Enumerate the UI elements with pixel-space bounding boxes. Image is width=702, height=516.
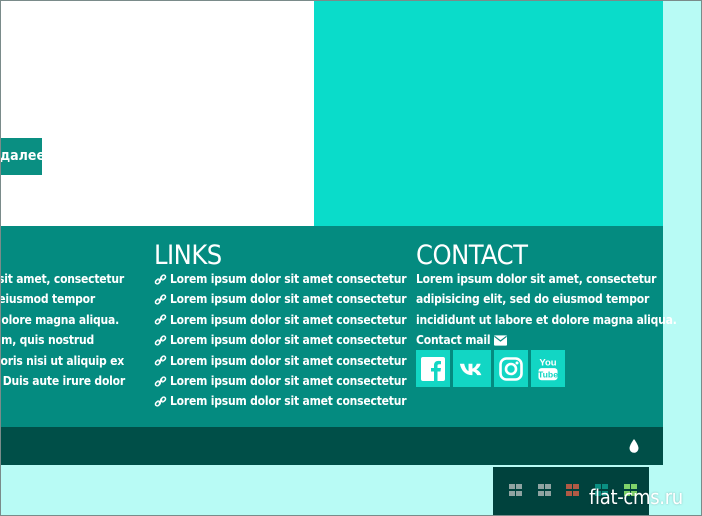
footer-about: Lorem ipsum dolor sit amet, consectetur … [0, 269, 140, 391]
accent-panel [314, 0, 663, 226]
about-line: incididunt ut labore et dolore magna ali… [0, 312, 119, 327]
content-panel [0, 0, 314, 226]
link-icon [154, 375, 167, 387]
theme-swatch-2[interactable] [538, 484, 551, 496]
svg-text:You: You [539, 357, 556, 368]
footer-link[interactable]: Lorem ipsum dolor sit amet consectetur [154, 310, 407, 330]
contact-text-line: adipisicing elit, sed do eiusmod tempor [416, 292, 650, 307]
footer-link-label: Lorem ipsum dolor sit amet consectetur [170, 333, 407, 348]
link-icon [154, 335, 167, 346]
footer-link-label: Lorem ipsum dolor sit amet consectetur [170, 373, 407, 388]
envelope-icon [494, 335, 508, 346]
contact-heading: CONTACT [416, 240, 528, 271]
footer-links: Lorem ipsum dolor sit amet consectetur L… [154, 269, 407, 412]
footer-link-label: Lorem ipsum dolor sit amet consectetur [170, 353, 407, 368]
links-heading: LINKS [154, 240, 222, 271]
about-line: Lorem ipsum dolor sit amet, consectetur [0, 272, 124, 286]
about-line: Ut enim ad minim veniam, quis nostrud [0, 333, 94, 348]
vk-icon [459, 363, 482, 375]
footer-link[interactable]: Lorem ipsum dolor sit amet consectetur [154, 330, 407, 350]
vk-button[interactable] [453, 350, 491, 387]
footer-contact: Lorem ipsum dolor sit amet, consectetur … [416, 269, 677, 351]
social-links: You Tube [416, 350, 568, 387]
facebook-button[interactable] [416, 350, 450, 387]
footer-link[interactable]: Lorem ipsum dolor sit amet consectetur [154, 391, 407, 411]
footer-link-label: Lorem ipsum dolor sit amet consectetur [170, 292, 407, 307]
about-line: exercitation ullamco laboris nisi ut ali… [0, 353, 124, 368]
contact-text-line: Lorem ipsum dolor sit amet, consectetur [416, 272, 657, 286]
drop-icon [629, 439, 639, 453]
theme-swatch-3[interactable] [566, 484, 579, 496]
footer-link-label: Lorem ipsum dolor sit amet consectetur [170, 394, 407, 409]
site-watermark: flat-cms.ru [589, 485, 683, 509]
link-icon [154, 274, 167, 285]
footer-link[interactable]: Lorem ipsum dolor sit amet consectetur [154, 289, 407, 309]
instagram-icon [499, 356, 523, 381]
contact-mail-link[interactable]: Contact mail [416, 330, 677, 350]
link-icon [154, 294, 167, 305]
footer-link-label: Lorem ipsum dolor sit amet consectetur [170, 272, 407, 286]
read-more-button[interactable]: далее [0, 138, 42, 175]
link-icon [154, 355, 167, 366]
svg-text:Tube: Tube [538, 369, 558, 379]
footer-link[interactable]: Lorem ipsum dolor sit amet consectetur [154, 269, 407, 289]
instagram-button[interactable] [494, 350, 528, 387]
link-icon [154, 314, 167, 326]
footer-link[interactable]: Lorem ipsum dolor sit amet consectetur [154, 371, 407, 391]
youtube-button[interactable]: You Tube [531, 350, 565, 387]
footer-link-label: Lorem ipsum dolor sit amet consectetur [170, 312, 407, 327]
about-line: adipisicing elit, sed do eiusmod tempor [0, 292, 95, 307]
facebook-icon [421, 356, 445, 381]
youtube-icon: YouTube [538, 357, 558, 380]
contact-text-line: incididunt ut labore et dolore magna ali… [416, 312, 677, 327]
link-icon [154, 396, 167, 407]
about-line: ea commodo consequat. Duis aute irure do… [0, 373, 125, 388]
contact-mail-label: Contact mail [416, 333, 491, 348]
footer-link[interactable]: Lorem ipsum dolor sit amet consectetur [154, 351, 407, 371]
theme-swatch-1[interactable] [509, 484, 522, 496]
footer-bottom-bar [0, 427, 663, 465]
